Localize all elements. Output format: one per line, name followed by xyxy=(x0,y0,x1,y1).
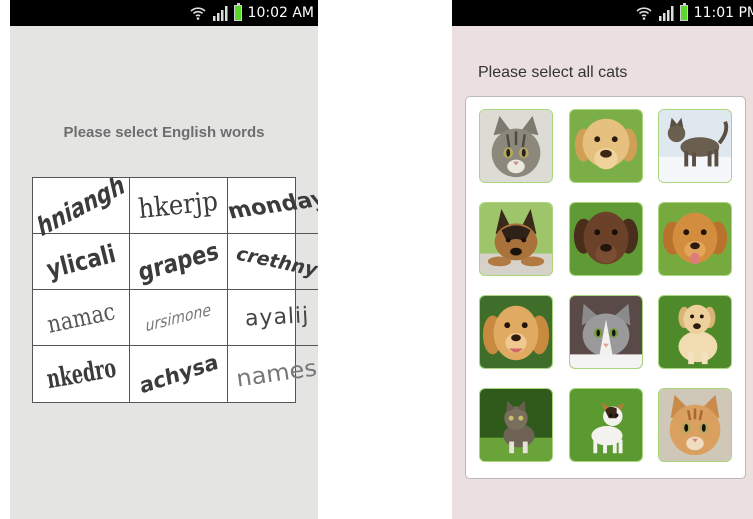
distorted-word: grapes xyxy=(136,235,221,288)
distorted-word: names xyxy=(235,355,318,393)
battery-icon xyxy=(679,3,688,21)
distorted-word: monday xyxy=(224,186,318,225)
word-cell[interactable]: ylicali xyxy=(33,234,131,290)
word-cell[interactable]: ayalij xyxy=(228,290,318,346)
word-cell[interactable]: hkerjp xyxy=(130,178,229,234)
captcha-prompt: Please select all cats xyxy=(478,64,628,81)
battery-icon xyxy=(233,3,242,21)
image-tile-german-shepherd-lying[interactable] xyxy=(479,202,553,276)
golden-retriever-image xyxy=(480,296,552,368)
distorted-word: hniangh xyxy=(35,168,127,243)
word-captcha-grid: hniangh hkerjp monday ylicali grapes cre… xyxy=(32,168,318,403)
distorted-word: crethny xyxy=(232,242,318,281)
distorted-word: achysa xyxy=(137,349,220,399)
image-tile-golden-retriever-puppy[interactable] xyxy=(658,202,732,276)
tabby-kitten-grass-image xyxy=(480,389,552,461)
phone-screen-word-captcha: 10:02 AM Please select English words hni… xyxy=(10,0,318,519)
distorted-word: ylicali xyxy=(43,238,119,285)
wifi-icon xyxy=(189,7,206,20)
jack-russell-puppy-image xyxy=(570,389,642,461)
distorted-word: ayalij xyxy=(244,303,310,332)
status-time: 10:02 AM xyxy=(247,5,314,21)
german-shepherd-lying-image xyxy=(480,203,552,275)
image-tile-yellow-lab-puppy[interactable] xyxy=(569,109,643,183)
image-tile-tabby-kitten-face[interactable] xyxy=(479,109,553,183)
chocolate-lab-puppy-image xyxy=(570,203,642,275)
image-tile-tabby-cat-in-snow[interactable] xyxy=(658,109,732,183)
phone-screen-image-captcha: 11:01 PM Please select all cats xyxy=(452,0,753,519)
orange-kitten-image xyxy=(659,389,731,461)
word-cell[interactable]: monday xyxy=(224,178,318,234)
word-cell[interactable]: namac xyxy=(33,290,131,346)
image-tile-lab-puppy-sitting[interactable] xyxy=(658,295,732,369)
yellow-lab-puppy-image xyxy=(570,110,642,182)
captcha-prompt: Please select English words xyxy=(63,124,265,141)
word-cell[interactable]: achysa xyxy=(130,346,229,402)
status-bar: 10:02 AM xyxy=(10,0,318,26)
word-cell[interactable]: crethny xyxy=(228,234,318,290)
word-cell[interactable]: hniangh xyxy=(33,168,131,243)
word-cell[interactable]: ursimone xyxy=(130,290,229,346)
distorted-word: namac xyxy=(44,296,118,339)
tabby-kitten-face-image xyxy=(480,110,552,182)
wifi-icon xyxy=(636,7,652,20)
lab-puppy-sitting-image xyxy=(659,296,731,368)
image-tile-gray-white-kitten[interactable] xyxy=(569,295,643,369)
distorted-word: ursimone xyxy=(144,299,213,336)
signal-icon xyxy=(212,6,228,21)
golden-retriever-puppy-image xyxy=(659,203,731,275)
distorted-word: hkerjp xyxy=(137,185,220,226)
distorted-word: nkedro xyxy=(44,352,119,396)
status-time: 11:01 PM xyxy=(693,5,753,21)
image-tile-tabby-kitten-grass[interactable] xyxy=(479,388,553,462)
status-bar: 11:01 PM xyxy=(452,0,753,26)
gray-white-kitten-image xyxy=(570,296,642,368)
word-cell[interactable]: grapes xyxy=(130,234,229,290)
tabby-cat-in-snow-image xyxy=(659,110,731,182)
signal-icon xyxy=(658,6,674,21)
image-tile-orange-kitten[interactable] xyxy=(658,388,732,462)
image-tile-jack-russell-puppy[interactable] xyxy=(569,388,643,462)
word-cell[interactable]: names xyxy=(228,346,318,402)
image-tile-chocolate-lab-puppy[interactable] xyxy=(569,202,643,276)
image-tile-golden-retriever[interactable] xyxy=(479,295,553,369)
word-cell[interactable]: nkedro xyxy=(33,346,131,402)
image-captcha-card xyxy=(465,96,746,479)
